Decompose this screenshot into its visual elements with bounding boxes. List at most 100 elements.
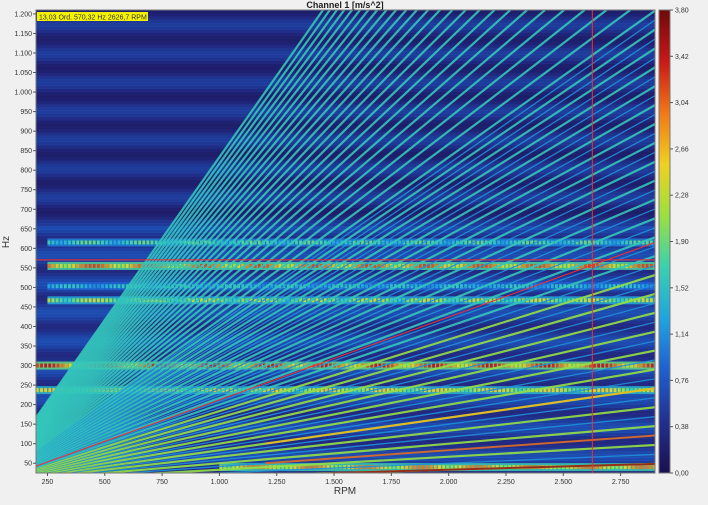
resonance-band-segment [451, 240, 455, 245]
resonance-band-segment [88, 284, 92, 289]
resonance-band-segment [546, 263, 550, 268]
resonance-band-segment [92, 240, 96, 245]
resonance-band-segment [509, 298, 513, 303]
resonance-band-segment [92, 298, 96, 303]
resonance-band-segment [117, 240, 121, 245]
resonance-band-segment [84, 284, 88, 289]
y-tick-label: 800 [20, 168, 32, 175]
resonance-band-segment [76, 263, 80, 268]
resonance-band-segment [514, 388, 518, 393]
resonance-band-segment [421, 465, 425, 470]
resonance-band-segment [609, 363, 613, 368]
background-row [36, 104, 655, 108]
y-tick-label: 1.150 [14, 31, 32, 38]
background-row [36, 63, 655, 68]
colorbar-tick-label: 3,80 [675, 8, 689, 15]
y-tick-label: 500 [20, 285, 32, 292]
resonance-band-segment [542, 240, 546, 245]
resonance-band-segment [534, 298, 538, 303]
spectrogram-chart[interactable]: Channel 1 [m/s^2] 250 500 750 1.000 1.250 1.5… [0, 0, 708, 500]
colorbar-tick-label: 1,52 [675, 285, 689, 292]
background-row [36, 22, 655, 27]
resonance-band-segment [390, 363, 394, 368]
resonance-band-segment [526, 263, 529, 268]
y-tick-label: 250 [20, 383, 32, 390]
resonance-band-segment [506, 388, 510, 393]
resonance-band-segment [605, 388, 609, 393]
background-row [36, 110, 655, 115]
y-tick-label: 1.200 [14, 11, 32, 18]
resonance-band-segment [138, 240, 142, 245]
resonance-band-segment [564, 388, 567, 393]
resonance-band-segment [436, 388, 440, 393]
resonance-band-segment [551, 363, 555, 368]
resonance-band-segment [563, 263, 567, 268]
resonance-band-segment [485, 363, 489, 368]
colorbar-tick-label: 0,00 [675, 471, 689, 478]
resonance-band-segment [446, 465, 450, 470]
resonance-band-segment [84, 298, 88, 303]
resonance-band-segment [48, 388, 52, 393]
colorbar-tick-label: 1,90 [675, 239, 689, 246]
resonance-band-segment [633, 284, 637, 289]
x-tick-label: 250 [42, 479, 54, 486]
resonance-band-segment [80, 263, 84, 268]
resonance-band-segment [68, 298, 71, 303]
resonance-band-segment [47, 284, 51, 289]
resonance-band-segment [625, 240, 628, 245]
resonance-band-segment [63, 298, 67, 303]
resonance-band-segment [59, 298, 63, 303]
resonance-band-segment [509, 240, 513, 245]
resonance-band-segment [629, 240, 633, 245]
y-tick-label: 200 [20, 402, 32, 409]
y-axis-label: Hz [1, 236, 12, 248]
resonance-band-segment [121, 240, 125, 245]
resonance-band-segment [105, 263, 108, 268]
colorbar-tick-label: 3,04 [675, 100, 689, 107]
cursor-readout-box: 13,03 Ord. 570,32 Hz 2626,7 RPM [37, 12, 148, 22]
y-tick-label: 50 [24, 461, 32, 468]
x-tick-label: 1.750 [383, 479, 401, 486]
resonance-band-segment [593, 363, 596, 368]
resonance-band-segment [469, 388, 473, 393]
resonance-band-segment [608, 263, 612, 268]
resonance-band-segment [637, 284, 641, 289]
resonance-band-segment [129, 240, 133, 245]
resonance-band-segment [40, 363, 43, 368]
resonance-band-segment [555, 298, 558, 303]
resonance-band-segment [629, 284, 633, 289]
resonance-band-segment [101, 298, 104, 303]
resonance-band-segment [550, 284, 554, 289]
background-row [36, 32, 655, 36]
resonance-band-segment [608, 298, 612, 303]
resonance-band-segment [266, 240, 269, 245]
y-tick-label: 150 [20, 422, 32, 429]
y-tick-label: 950 [20, 109, 32, 116]
resonance-band-segment [601, 363, 605, 368]
resonance-band-segment [51, 263, 55, 268]
x-axis-label: RPM [334, 486, 356, 497]
resonance-band-segment [72, 263, 75, 268]
resonance-band-segment [637, 263, 641, 268]
resonance-band-segment [249, 284, 253, 289]
resonance-band-segment [579, 240, 583, 245]
cursor-readout: 13,03 Ord. 570,32 Hz 2626,7 RPM [39, 15, 147, 22]
resonance-band-segment [642, 363, 646, 368]
resonance-band-segment [105, 284, 108, 289]
resonance-band-segment [72, 240, 75, 245]
resonance-band-segment [417, 465, 421, 470]
resonance-band-segment [442, 465, 445, 470]
x-axis: 250 500 750 1.000 1.250 1.500 1.750 2.000 2.250 2… [42, 473, 629, 486]
resonance-band-segment [409, 465, 412, 470]
y-tick-label: 750 [20, 187, 32, 194]
resonance-band-segment [105, 298, 108, 303]
resonance-band-segment [604, 284, 608, 289]
resonance-band-segment [101, 240, 104, 245]
resonance-band-segment [117, 284, 121, 289]
resonance-band-segment [636, 465, 639, 470]
resonance-band-segment [433, 465, 437, 470]
y-tick-label: 400 [20, 324, 32, 331]
resonance-band-segment [597, 388, 600, 393]
x-tick-label: 1.500 [325, 479, 343, 486]
resonance-band-segment [47, 240, 51, 245]
